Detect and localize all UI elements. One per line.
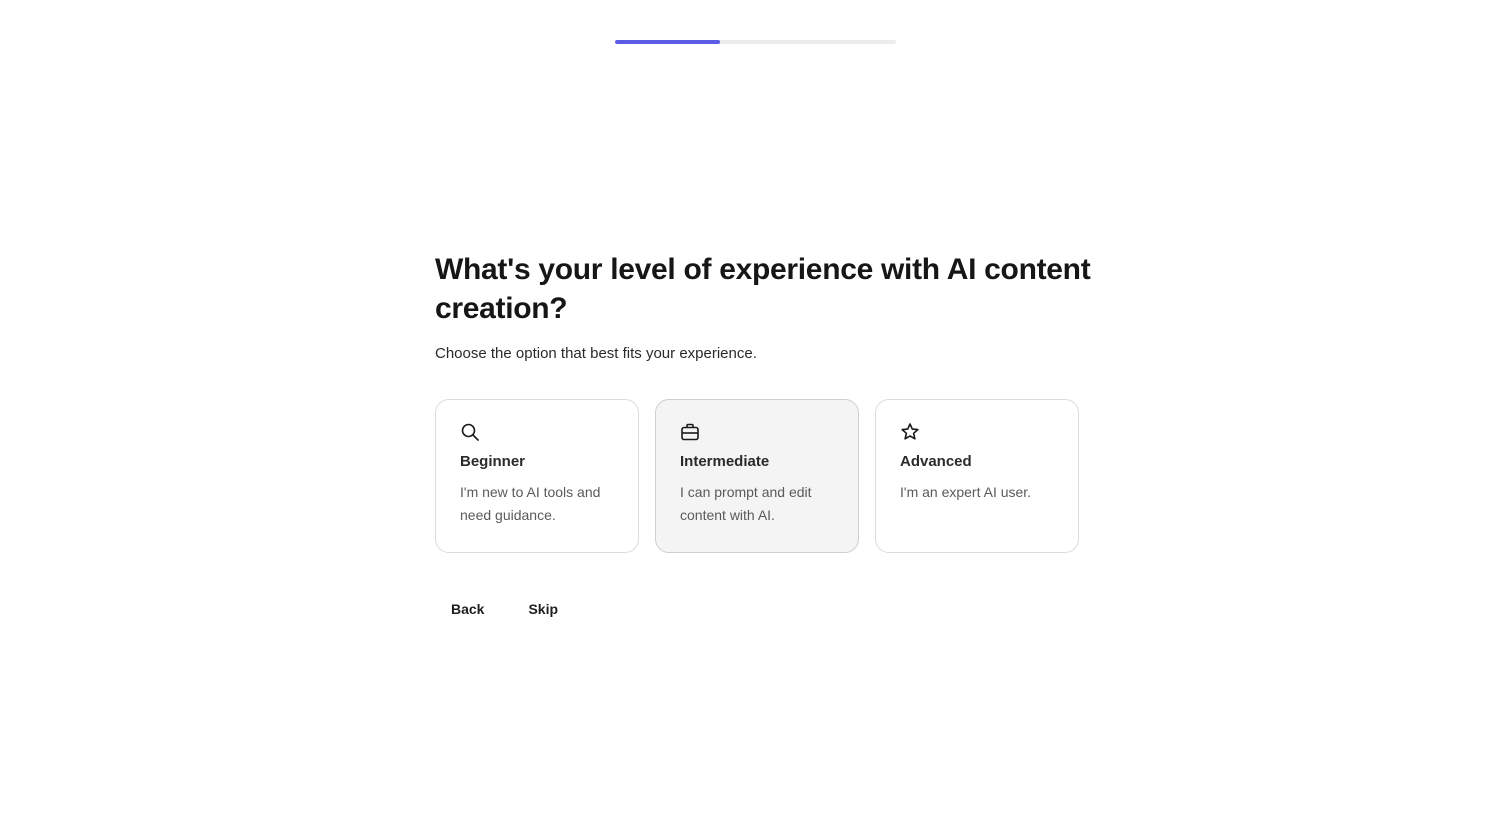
option-card-description: I can prompt and edit content with AI.	[680, 484, 812, 523]
option-card-title: Intermediate	[680, 453, 770, 470]
search-icon	[460, 422, 480, 442]
option-card-description: I'm an expert AI user.	[900, 484, 1032, 500]
star-icon	[900, 422, 920, 442]
question-section: What's your level of experience with AI …	[435, 250, 1095, 625]
option-card-beginner[interactable]: Beginner I'm new to AI tools and need gu…	[435, 399, 639, 553]
question-title: What's your level of experience with AI …	[435, 253, 1091, 325]
option-card-title: Beginner	[460, 453, 526, 470]
briefcase-icon	[680, 422, 700, 442]
skip-button[interactable]: Skip	[512, 593, 574, 625]
option-card-title: Advanced	[900, 453, 972, 470]
progress-bar	[615, 40, 896, 44]
option-cards: Beginner I'm new to AI tools and need gu…	[435, 399, 1095, 553]
back-button[interactable]: Back	[435, 593, 500, 625]
navigation-actions: Back Skip	[435, 593, 1095, 625]
option-card-intermediate[interactable]: Intermediate I can prompt and edit conte…	[655, 399, 859, 553]
onboarding-page: What's your level of experience with AI …	[0, 0, 1512, 814]
option-card-description: I'm new to AI tools and need guidance.	[460, 484, 601, 523]
option-card-advanced[interactable]: Advanced I'm an expert AI user.	[875, 399, 1079, 553]
question-subtitle: Choose the option that best fits your ex…	[435, 345, 757, 362]
progress-bar-fill	[615, 40, 721, 44]
